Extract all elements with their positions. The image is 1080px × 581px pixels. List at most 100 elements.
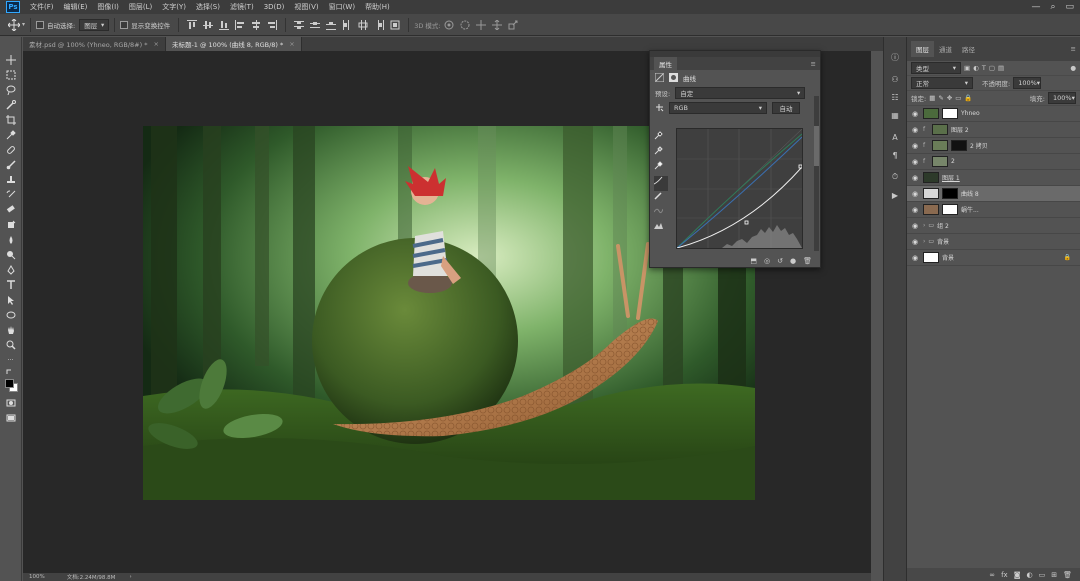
filter-adjustment-icon[interactable]: ◐ xyxy=(973,64,979,72)
lasso-tool-icon[interactable] xyxy=(3,83,19,96)
add-mask-icon[interactable]: ◙ xyxy=(1014,571,1021,579)
clipping-warning-icon[interactable] xyxy=(654,221,668,236)
close-icon[interactable]: × xyxy=(289,40,294,48)
3d-pan-icon[interactable] xyxy=(475,19,486,30)
align-right-icon[interactable] xyxy=(267,19,278,30)
swap-colors-icon[interactable] xyxy=(3,368,19,376)
white-point-eyedropper-icon[interactable] xyxy=(654,161,668,176)
tab-paths[interactable]: 路径 xyxy=(957,41,980,57)
target-adjust-icon[interactable] xyxy=(655,103,664,112)
layer-name[interactable]: 图层 1 xyxy=(942,173,960,182)
character-icon[interactable]: A xyxy=(888,131,902,143)
lock-all-icon[interactable]: 🔒 xyxy=(964,94,972,102)
panel-menu-icon[interactable]: ≡ xyxy=(1071,45,1076,53)
black-point-eyedropper-icon[interactable] xyxy=(654,131,668,146)
align-left-icon[interactable] xyxy=(235,19,245,30)
marquee-tool-icon[interactable] xyxy=(3,68,19,81)
filter-smart-icon[interactable]: ▤ xyxy=(998,64,1004,72)
visibility-eye-icon[interactable]: ◉ xyxy=(910,254,920,262)
document-tab-active[interactable]: 未标题-1 @ 100% (曲线 8, RGB/8) * × xyxy=(165,37,302,51)
document-tab[interactable]: 素材.psd @ 100% (Yhneo, RGB/8#) * × xyxy=(23,37,166,51)
filter-shape-icon[interactable]: ▢ xyxy=(989,64,995,72)
chevron-right-icon[interactable]: › xyxy=(129,574,131,580)
auto-select-dropdown[interactable]: 图层 ▾ xyxy=(79,18,110,31)
clip-to-layer-icon[interactable]: ⬒ xyxy=(750,257,757,265)
color-swatches[interactable] xyxy=(3,378,19,394)
align-vcenter-icon[interactable] xyxy=(203,20,214,30)
new-adjustment-icon[interactable]: ◐ xyxy=(1027,571,1033,579)
3d-slide-icon[interactable] xyxy=(491,19,502,30)
layer-row-selected[interactable]: ◉ 曲线 8 xyxy=(907,186,1080,202)
screen-mode-icon[interactable] xyxy=(3,411,19,424)
mask-icon[interactable] xyxy=(669,73,678,82)
delete-layer-icon[interactable]: 🗑 xyxy=(1063,571,1072,579)
layer-name[interactable]: 图层 2 xyxy=(951,125,969,134)
visibility-eye-icon[interactable]: ◉ xyxy=(910,238,920,246)
layer-mask-thumbnail[interactable] xyxy=(942,188,958,199)
dodge-tool-icon[interactable] xyxy=(3,248,19,261)
layer-row[interactable]: ◉ f 图层 2 xyxy=(907,122,1080,138)
menu-edit[interactable]: 编辑(E) xyxy=(59,2,93,12)
align-top-icon[interactable] xyxy=(187,19,198,30)
layer-name[interactable]: 曲线 8 xyxy=(961,189,979,198)
move-tool-icon[interactable] xyxy=(8,18,20,31)
link-layers-icon[interactable]: ∞ xyxy=(989,571,995,579)
visibility-icon[interactable]: ● xyxy=(790,257,796,265)
tab-channels[interactable]: 通道 xyxy=(934,41,957,57)
foreground-color-swatch[interactable] xyxy=(4,379,14,388)
filter-pixel-icon[interactable]: ▣ xyxy=(964,64,970,72)
delete-icon[interactable]: 🗑 xyxy=(803,257,812,265)
gray-point-eyedropper-icon[interactable] xyxy=(654,146,668,161)
properties-icon[interactable]: ☷ xyxy=(888,91,902,103)
distribute-top-icon[interactable] xyxy=(294,20,305,30)
layer-row[interactable]: ◉ f 2 拷贝 xyxy=(907,138,1080,154)
background-layer-row[interactable]: ◉ 背景 🔒 xyxy=(907,250,1080,266)
group-row[interactable]: ◉ › ▭ 组 2 xyxy=(907,218,1080,234)
lock-paint-icon[interactable]: ✎ xyxy=(938,94,943,102)
new-group-icon[interactable]: ▭ xyxy=(1039,571,1046,579)
zoom-level[interactable]: 100% xyxy=(29,574,45,580)
menu-layer[interactable]: 图层(L) xyxy=(124,2,157,12)
curve-points-icon[interactable] xyxy=(654,176,668,191)
layer-row[interactable]: ◉ f 2 xyxy=(907,154,1080,170)
layer-mask-thumbnail[interactable] xyxy=(942,204,958,215)
layer-name[interactable]: Yhneo xyxy=(961,110,980,117)
auto-select-checkbox[interactable]: 自动选择: xyxy=(36,20,75,30)
distribute-left-icon[interactable] xyxy=(342,19,352,30)
close-icon[interactable]: × xyxy=(153,40,158,48)
menu-filter[interactable]: 滤镜(T) xyxy=(225,2,259,12)
type-tool-icon[interactable] xyxy=(3,278,19,291)
filter-type-icon[interactable]: T xyxy=(982,64,986,72)
3d-roll-icon[interactable] xyxy=(460,20,470,30)
actions-icon[interactable]: ▶ xyxy=(888,189,902,201)
menu-image[interactable]: 图像(I) xyxy=(92,2,124,12)
lock-pixels-icon[interactable]: ▦ xyxy=(929,94,935,102)
search-icon[interactable]: ⌕ xyxy=(1050,2,1055,12)
smooth-curve-icon[interactable] xyxy=(654,206,668,221)
new-layer-icon[interactable]: ⊞ xyxy=(1051,571,1057,579)
gradient-tool-icon[interactable] xyxy=(3,218,19,231)
visibility-eye-icon[interactable]: ◉ xyxy=(910,110,920,118)
visibility-eye-icon[interactable]: ◉ xyxy=(910,190,920,198)
chevron-right-icon[interactable]: › xyxy=(923,222,925,229)
visibility-eye-icon[interactable]: ◉ xyxy=(910,142,920,150)
3d-orbit-icon[interactable] xyxy=(444,20,454,30)
visibility-eye-icon[interactable]: ◉ xyxy=(910,206,920,214)
layer-name[interactable]: 蜗牛... xyxy=(961,205,979,214)
preset-dropdown[interactable]: 自定 ▾ xyxy=(675,86,806,99)
distribute-hcenter-icon[interactable] xyxy=(358,19,368,30)
auto-button[interactable]: 自动 xyxy=(772,101,800,114)
show-transform-checkbox[interactable]: 显示变换控件 xyxy=(120,20,170,30)
layer-name[interactable]: 背景 xyxy=(942,253,954,262)
layer-row[interactable]: ◉ Yhneo xyxy=(907,106,1080,122)
more-tools-icon[interactable]: ··· xyxy=(3,353,19,366)
lock-move-icon[interactable]: ✥ xyxy=(947,94,952,102)
document-size[interactable]: 文档:2.24M/98.8M xyxy=(67,573,116,581)
lock-artboard-icon[interactable]: ▭ xyxy=(955,94,961,102)
eraser-tool-icon[interactable] xyxy=(3,203,19,216)
quick-mask-icon[interactable] xyxy=(3,396,19,409)
chevron-right-icon[interactable]: › xyxy=(923,238,925,245)
menu-file[interactable]: 文件(F) xyxy=(25,2,59,12)
panel-menu-icon[interactable]: ≡ xyxy=(811,60,816,68)
quick-select-tool-icon[interactable] xyxy=(3,98,19,111)
